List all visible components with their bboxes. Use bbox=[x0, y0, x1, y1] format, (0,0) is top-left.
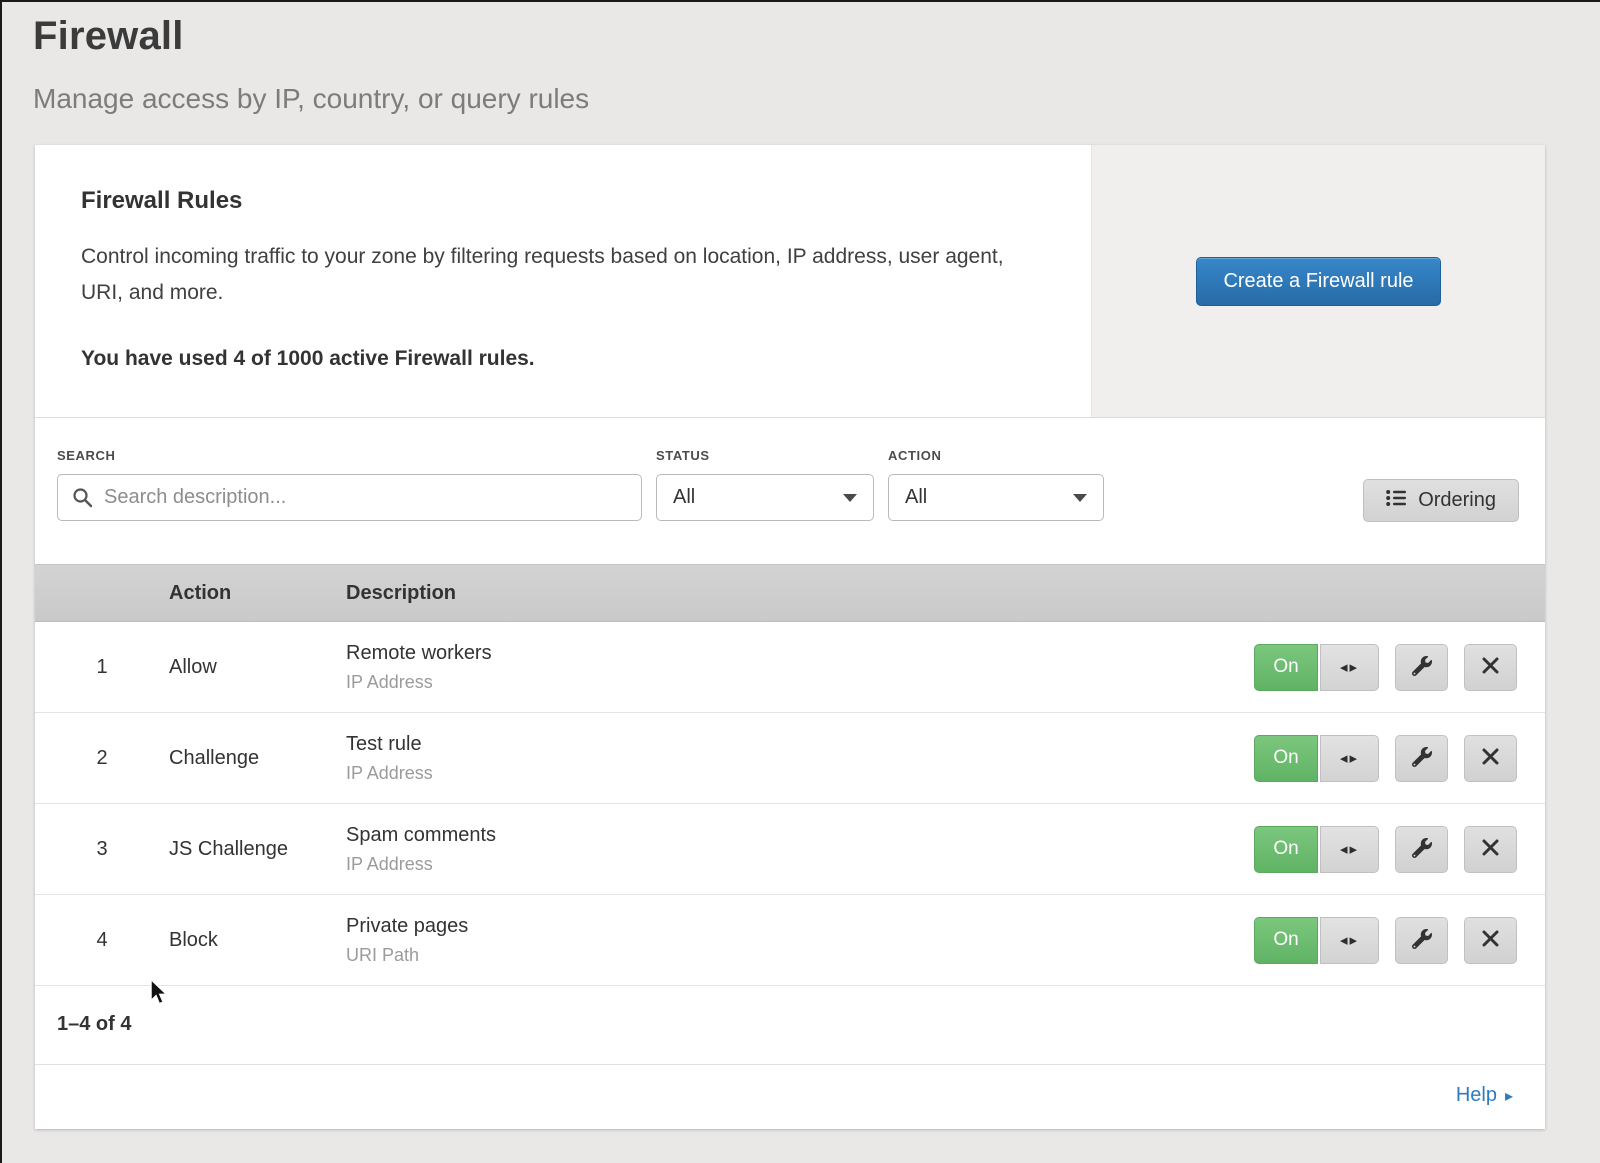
left-right-arrows-icon: ◂▸ bbox=[1340, 931, 1359, 949]
card-heading: Firewall Rules bbox=[81, 187, 1031, 215]
rule-priority: 1 bbox=[35, 656, 169, 679]
ordering-wrap: Ordering bbox=[1363, 448, 1519, 522]
usage-summary: You have used 4 of 1000 active Firewall … bbox=[81, 347, 1031, 371]
help-row: Help ▸ bbox=[35, 1065, 1545, 1129]
rule-description: Test rule bbox=[346, 733, 1225, 756]
ordering-button-label: Ordering bbox=[1418, 489, 1496, 512]
rule-match-type: IP Address bbox=[346, 854, 1225, 875]
status-label: STATUS bbox=[656, 448, 874, 463]
close-icon bbox=[1482, 657, 1499, 677]
left-right-arrows-icon: ◂▸ bbox=[1340, 749, 1359, 767]
action-select-value: All bbox=[905, 486, 927, 509]
rule-reorder-button[interactable]: ◂▸ bbox=[1320, 644, 1379, 691]
search-input[interactable] bbox=[57, 474, 642, 521]
rule-enabled-toggle[interactable]: On bbox=[1254, 735, 1318, 782]
search-field-wrap bbox=[57, 474, 642, 521]
table-header: Action Description bbox=[35, 564, 1545, 622]
rule-enabled-toggle[interactable]: On bbox=[1254, 644, 1318, 691]
status-select[interactable]: All bbox=[656, 474, 874, 521]
card-description: Control incoming traffic to your zone by… bbox=[81, 239, 1026, 311]
rule-description: Spam comments bbox=[346, 824, 1225, 847]
edit-rule-button[interactable] bbox=[1395, 917, 1448, 964]
ordering-button[interactable]: Ordering bbox=[1363, 479, 1519, 522]
rule-action: JS Challenge bbox=[169, 838, 346, 861]
table-row: 4 Block Private pages URI Path On ◂▸ bbox=[35, 895, 1545, 986]
status-select-value: All bbox=[673, 486, 695, 509]
rule-description: Private pages bbox=[346, 915, 1225, 938]
action-label: ACTION bbox=[888, 448, 1104, 463]
rule-action: Allow bbox=[169, 656, 346, 679]
rule-reorder-button[interactable]: ◂▸ bbox=[1320, 826, 1379, 873]
rule-priority: 2 bbox=[35, 747, 169, 770]
ordered-list-icon bbox=[1386, 489, 1406, 513]
table-row: 3 JS Challenge Spam comments IP Address … bbox=[35, 804, 1545, 895]
delete-rule-button[interactable] bbox=[1464, 644, 1517, 691]
action-filter-group: ACTION All bbox=[888, 448, 1104, 522]
overview-text: Firewall Rules Control incoming traffic … bbox=[35, 145, 1091, 417]
rule-match-type: IP Address bbox=[346, 672, 1225, 693]
close-icon bbox=[1482, 839, 1499, 859]
close-icon bbox=[1482, 930, 1499, 950]
rule-match-type: URI Path bbox=[346, 945, 1225, 966]
wrench-icon bbox=[1412, 838, 1432, 861]
delete-rule-button[interactable] bbox=[1464, 826, 1517, 873]
close-icon bbox=[1482, 748, 1499, 768]
firewall-rules-card: Firewall Rules Control incoming traffic … bbox=[35, 145, 1545, 1129]
wrench-icon bbox=[1412, 929, 1432, 952]
rule-action: Challenge bbox=[169, 747, 346, 770]
arrow-right-icon: ▸ bbox=[1505, 1086, 1513, 1106]
help-link-label: Help bbox=[1456, 1084, 1497, 1107]
rule-priority: 4 bbox=[35, 929, 169, 952]
description-column-header: Description bbox=[346, 582, 1225, 605]
table-row: 2 Challenge Test rule IP Address On ◂▸ bbox=[35, 713, 1545, 804]
table-row: 1 Allow Remote workers IP Address On ◂▸ bbox=[35, 622, 1545, 713]
pagination: 1–4 of 4 bbox=[35, 986, 1545, 1065]
left-right-arrows-icon: ◂▸ bbox=[1340, 658, 1359, 676]
page-title: Firewall bbox=[2, 2, 1600, 59]
overview-side-panel: Create a Firewall rule bbox=[1091, 145, 1545, 417]
wrench-icon bbox=[1412, 747, 1432, 770]
delete-rule-button[interactable] bbox=[1464, 735, 1517, 782]
filter-bar: SEARCH STATUS All ACTION All bbox=[35, 418, 1545, 564]
rule-reorder-button[interactable]: ◂▸ bbox=[1320, 735, 1379, 782]
edit-rule-button[interactable] bbox=[1395, 826, 1448, 873]
edit-rule-button[interactable] bbox=[1395, 644, 1448, 691]
page-subtitle: Manage access by IP, country, or query r… bbox=[2, 83, 1600, 115]
edit-rule-button[interactable] bbox=[1395, 735, 1448, 782]
action-column-header: Action bbox=[169, 582, 346, 605]
search-label: SEARCH bbox=[57, 448, 642, 463]
rule-toggle-group: On ◂▸ bbox=[1254, 735, 1379, 782]
rule-priority: 3 bbox=[35, 838, 169, 861]
rule-action: Block bbox=[169, 929, 346, 952]
overview-section: Firewall Rules Control incoming traffic … bbox=[35, 145, 1545, 418]
rule-toggle-group: On ◂▸ bbox=[1254, 826, 1379, 873]
action-select[interactable]: All bbox=[888, 474, 1104, 521]
rule-toggle-group: On ◂▸ bbox=[1254, 644, 1379, 691]
chevron-down-icon bbox=[1073, 494, 1087, 502]
rule-description: Remote workers bbox=[346, 642, 1225, 665]
rule-toggle-group: On ◂▸ bbox=[1254, 917, 1379, 964]
rule-enabled-toggle[interactable]: On bbox=[1254, 917, 1318, 964]
create-firewall-rule-button[interactable]: Create a Firewall rule bbox=[1196, 257, 1440, 306]
status-filter-group: STATUS All bbox=[656, 448, 874, 522]
rule-enabled-toggle[interactable]: On bbox=[1254, 826, 1318, 873]
rule-match-type: IP Address bbox=[346, 763, 1225, 784]
wrench-icon bbox=[1412, 656, 1432, 679]
delete-rule-button[interactable] bbox=[1464, 917, 1517, 964]
rule-reorder-button[interactable]: ◂▸ bbox=[1320, 917, 1379, 964]
search-filter-group: SEARCH bbox=[57, 448, 642, 522]
help-link[interactable]: Help ▸ bbox=[1456, 1084, 1513, 1107]
left-right-arrows-icon: ◂▸ bbox=[1340, 840, 1359, 858]
chevron-down-icon bbox=[843, 494, 857, 502]
